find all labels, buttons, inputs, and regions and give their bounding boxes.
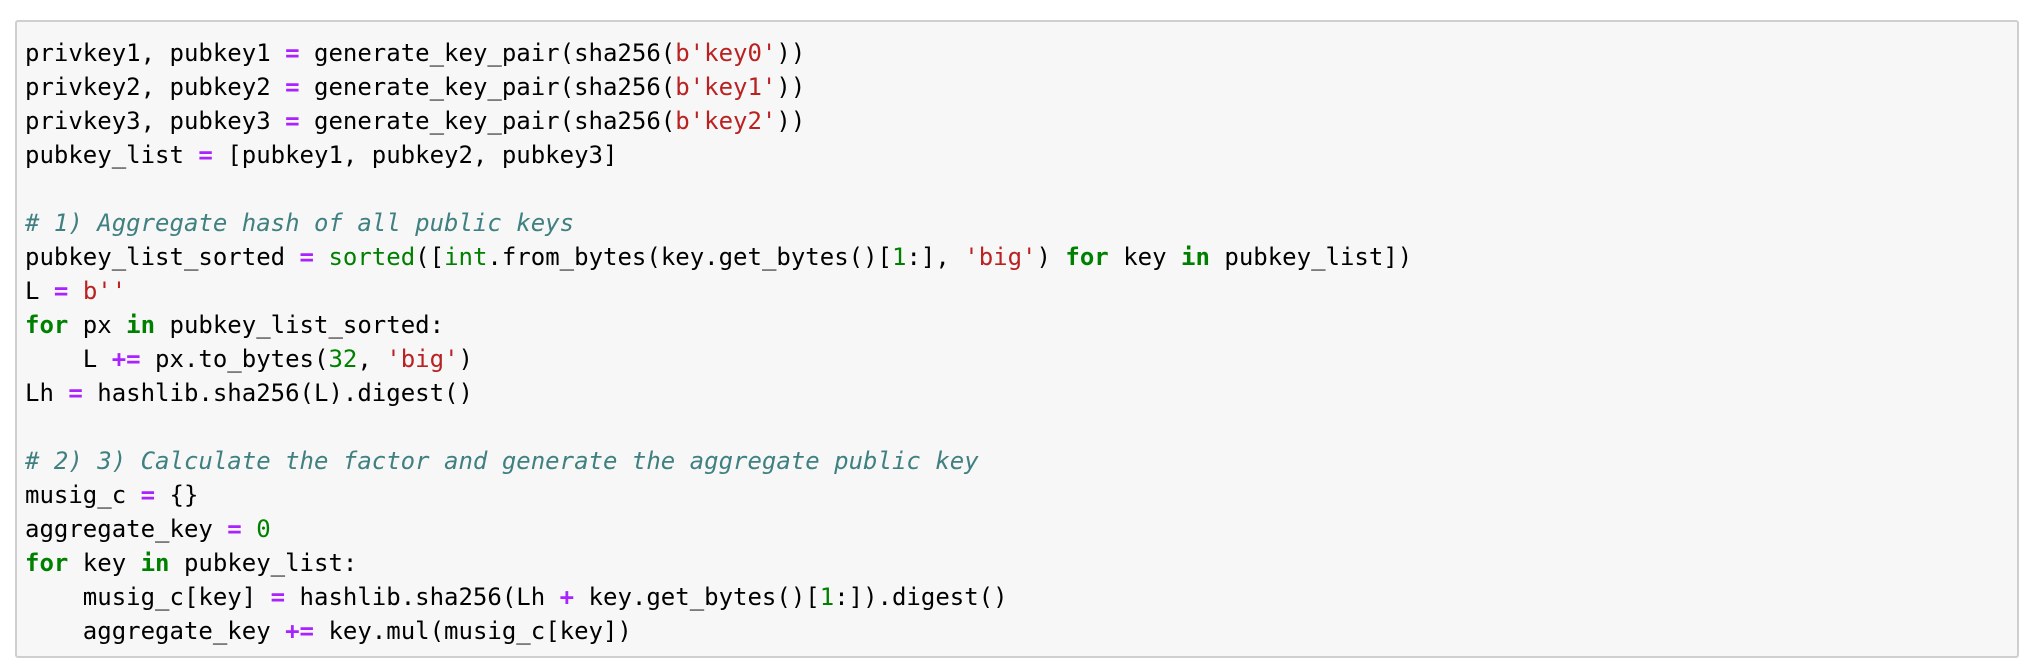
code-text: aggregate_key	[25, 515, 228, 543]
builtin-token: int	[444, 243, 488, 271]
code-text: ,	[357, 345, 387, 373]
code-text: :]).digest()	[834, 583, 1008, 611]
code-text: generate_key_pair(sha256(	[299, 107, 676, 135]
code-line: # 2) 3) Calculate the factor and generat…	[25, 444, 1412, 478]
operator-token: +=	[111, 345, 141, 373]
code-editor[interactable]: privkey1, pubkey1 = generate_key_pair(sh…	[25, 36, 1412, 648]
keyword-token: in	[126, 311, 156, 339]
operator-token: =	[285, 39, 300, 67]
operator-token: =	[68, 379, 83, 407]
code-text: px.to_bytes(	[140, 345, 329, 373]
code-text: key	[1108, 243, 1182, 271]
code-text: aggregate_key	[25, 617, 286, 645]
code-text: Lh	[25, 379, 69, 407]
code-text: )	[458, 345, 473, 373]
number-literal: 1	[892, 243, 907, 271]
code-line: # 1) Aggregate hash of all public keys	[25, 206, 1412, 240]
code-text: pubkey_list	[25, 141, 199, 169]
code-text: privkey3, pubkey3	[25, 107, 286, 135]
code-line: privkey3, pubkey3 = generate_key_pair(sh…	[25, 104, 1412, 138]
operator-token: =	[270, 583, 286, 611]
code-text: )	[1036, 243, 1066, 271]
number-literal: 32	[328, 345, 358, 373]
code-text: ))	[776, 107, 806, 135]
code-text: hashlib.sha256(L).digest()	[82, 379, 473, 407]
code-text: key	[68, 549, 141, 577]
code-text: pubkey_list:	[169, 549, 358, 577]
code-text: :],	[906, 243, 965, 271]
code-text: ([	[415, 243, 445, 271]
operator-token: =	[285, 73, 300, 101]
code-line: L += px.to_bytes(32, 'big')	[25, 342, 1412, 376]
code-text: ))	[776, 39, 806, 67]
code-text: .from_bytes(key.get_bytes()[	[487, 243, 892, 271]
keyword-token: in	[1181, 243, 1210, 271]
code-cell[interactable]: privkey1, pubkey1 = generate_key_pair(sh…	[15, 20, 2019, 658]
code-line: aggregate_key = 0	[25, 512, 1412, 546]
keyword-token: for	[25, 311, 69, 339]
code-text: privkey1, pubkey1	[25, 39, 286, 67]
code-line: pubkey_list_sorted = sorted([int.from_by…	[25, 240, 1412, 274]
string-literal: 'big'	[386, 345, 459, 373]
code-text: musig_c	[25, 481, 141, 509]
code-line: musig_c[key] = hashlib.sha256(Lh + key.g…	[25, 580, 1412, 614]
code-line: privkey1, pubkey1 = generate_key_pair(sh…	[25, 36, 1412, 70]
operator-token: =	[198, 141, 213, 169]
code-text: key.get_bytes()[	[574, 583, 820, 611]
operator-token: +=	[285, 617, 314, 645]
code-line: privkey2, pubkey2 = generate_key_pair(sh…	[25, 70, 1412, 104]
code-comment: # 1) Aggregate hash of all public keys	[25, 209, 575, 237]
code-text: px	[68, 311, 127, 339]
operator-token: =	[299, 243, 314, 271]
keyword-token: in	[140, 549, 170, 577]
operator-token: =	[53, 277, 69, 305]
operator-token: =	[140, 481, 156, 509]
code-text: pubkey_list])	[1209, 243, 1413, 271]
code-line: Lh = hashlib.sha256(L).digest()	[25, 376, 1412, 410]
builtin-token: sorted	[328, 243, 416, 271]
code-text: ))	[776, 73, 806, 101]
string-literal: b'key2'	[675, 107, 777, 135]
code-line: pubkey_list = [pubkey1, pubkey2, pubkey3…	[25, 138, 1412, 172]
code-line: musig_c = {}	[25, 478, 1412, 512]
string-literal: b'key1'	[675, 73, 777, 101]
operator-token: +	[559, 583, 575, 611]
code-text: generate_key_pair(sha256(	[299, 39, 676, 67]
code-line: aggregate_key += key.mul(musig_c[key])	[25, 614, 1412, 648]
code-text: privkey2, pubkey2	[25, 73, 286, 101]
code-text: hashlib.sha256(Lh	[285, 583, 560, 611]
code-line: L = b''	[25, 274, 1412, 308]
code-text: {}	[155, 481, 199, 509]
code-comment: # 2) 3) Calculate the factor and generat…	[25, 447, 979, 475]
number-literal: 0	[256, 515, 271, 543]
code-text: pubkey_list_sorted:	[155, 311, 445, 339]
operator-token: =	[285, 107, 300, 135]
code-text: L	[25, 277, 54, 305]
operator-token: =	[227, 515, 242, 543]
string-literal: 'big'	[964, 243, 1037, 271]
keyword-token: for	[25, 549, 69, 577]
string-literal: b'key0'	[675, 39, 777, 67]
number-literal: 1	[819, 583, 835, 611]
code-line: for key in pubkey_list:	[25, 546, 1412, 580]
code-text: [pubkey1, pubkey2, pubkey3]	[212, 141, 618, 169]
code-text: musig_c[key]	[25, 583, 271, 611]
code-text: pubkey_list_sorted	[25, 243, 300, 271]
keyword-token: for	[1065, 243, 1109, 271]
code-text: generate_key_pair(sha256(	[299, 73, 676, 101]
code-text: key.mul(musig_c[key])	[314, 617, 632, 645]
code-text: L	[25, 345, 112, 373]
code-line: for px in pubkey_list_sorted:	[25, 308, 1412, 342]
string-literal: b''	[82, 277, 127, 305]
